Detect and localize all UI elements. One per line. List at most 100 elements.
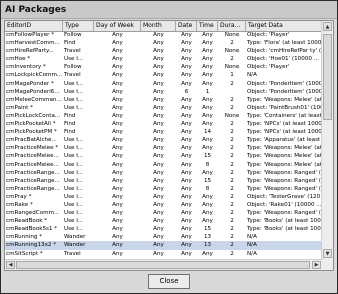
column-header-1[interactable]: Type (63, 21, 94, 31)
table-cell: Any (202, 210, 213, 217)
table-cell: Type: 'Apparatus' (at least 1 (247, 137, 323, 144)
table-cell: Find (64, 121, 76, 128)
table-cell: Any (181, 234, 192, 241)
column-header-3[interactable]: Month (141, 21, 176, 31)
table-cell: Type: 'Books' (at least 10000 (247, 226, 323, 233)
table-cell: Any (181, 153, 192, 160)
table-cell: Any (112, 104, 123, 111)
table-row[interactable]: cmPracticeMelee... Use I... Any Any Any 15 2 Ty… (5, 152, 323, 160)
table-cell: Object: 'Hoe01' (10000 ... (247, 56, 320, 63)
table-cell: 1 (230, 72, 234, 79)
table-cell: Any (112, 112, 123, 119)
table-cell: 2 (230, 193, 234, 200)
table-row[interactable]: cmPracticeMelee... Use I... Any Any Any 8 2 Typ… (5, 161, 323, 169)
table-row[interactable]: cmReadBook * Use I... Any Any Any Any 2 Type: '… (5, 217, 323, 225)
table-cell: Any (153, 64, 164, 71)
table-cell: Any (112, 48, 123, 55)
scroll-right-arrow-icon[interactable]: ▶ (312, 261, 321, 269)
table-row[interactable]: cmPaint * Use I... Any Any Any Any 2 Object: 'P… (5, 104, 323, 112)
table-cell: Any (153, 96, 164, 103)
table-cell: cmPickLockConta... (6, 112, 61, 119)
table-cell: Any (112, 145, 123, 152)
table-cell: Use I... (64, 210, 84, 217)
table-row[interactable]: cmFollowPlayer * Follow Any Any Any Any None Ob… (5, 31, 323, 39)
table-cell: Any (202, 201, 213, 208)
table-row[interactable]: cmHoe * Use I... Any Any Any Any 2 Object: 'Hoe… (5, 55, 323, 63)
close-button[interactable]: Close (148, 274, 190, 289)
table-row[interactable]: cmMagePonder * Use I... Any Any Any Any 2 Objec… (5, 80, 323, 88)
table-cell: cmMagePonder * (6, 80, 54, 87)
vertical-scroll-thumb[interactable] (323, 34, 332, 120)
table-row[interactable]: cmRake * Use I... Any Any Any Any 2 Object: 'Ra… (5, 201, 323, 209)
table-cell: Any (153, 72, 164, 79)
table-cell: Any (202, 64, 213, 71)
table-cell: 2 (230, 234, 234, 241)
table-cell: Any (153, 201, 164, 208)
table-cell: Any (153, 218, 164, 225)
table-cell: 15 (203, 153, 212, 160)
table-cell: Type: 'Weapons: Ranged' (at l (247, 210, 323, 217)
table-row[interactable]: cmPickPocketPM * Find Any Any Any 14 2 Type: 'N… (5, 128, 323, 136)
table-cell: Any (181, 40, 192, 47)
table-row[interactable]: cmPickPocketAll * Find Any Any Any Any 2 Type: … (5, 120, 323, 128)
table-cell: Any (112, 96, 123, 103)
table-cell: Type: 'Containers' (at least 1 (247, 112, 323, 119)
table-row[interactable]: cmMeleeComman... Use I... Any Any Any Any 2 Typ… (5, 96, 323, 104)
table-row[interactable]: cmPracticeRange... Use I... Any Any Any Any 2 T… (5, 169, 323, 177)
table-row[interactable]: cmInventory * Follow Any Any Any Any None Objec… (5, 63, 323, 71)
column-header-2[interactable]: Day of Week (94, 21, 141, 31)
table-cell: Any (153, 40, 164, 47)
table-row[interactable]: cmPracticeRange... Use I... Any Any Any 15 2 Ty… (5, 177, 323, 185)
table-row[interactable]: cmRunning13x2 * Wander Any Any Any 13 2 N/A (5, 241, 323, 250)
table-cell: Any (181, 193, 192, 200)
column-header-4[interactable]: Date (176, 21, 197, 31)
table-cell: Any (112, 169, 123, 176)
table-row[interactable]: cmHireRefParty... Travel Any Any Any Any None O… (5, 47, 323, 55)
table-row[interactable]: cmPracBatAlche... Use I... Any Any Any Any 2 Ty… (5, 136, 323, 144)
horizontal-scroll-thumb[interactable] (16, 261, 310, 269)
column-header-5[interactable]: Time (197, 21, 218, 31)
table-cell: Any (112, 72, 123, 79)
horizontal-scrollbar[interactable]: ◀ ▶ (5, 259, 323, 270)
scroll-down-arrow-icon[interactable]: ▼ (323, 249, 332, 258)
table-cell: Any (153, 80, 164, 87)
table-row[interactable]: cmPray * Use I... Any Any Any Any 2 Object: 'Te… (5, 193, 323, 201)
table-cell: Wander (64, 242, 86, 249)
column-header-6[interactable]: Dura... (218, 21, 246, 31)
table-row[interactable]: cmPickLockConta... Find Any Any Any Any None Ty… (5, 112, 323, 120)
table-cell: Wander (64, 234, 86, 241)
table-row[interactable]: cmRangedComm... Use I... Any Any Any Any 2 Type… (5, 209, 323, 217)
table-cell: 2 (230, 169, 234, 176)
table-cell: 2 (230, 137, 234, 144)
table-row[interactable]: cmLockpickComm... Travel Any Any Any Any 1 N/A (5, 71, 323, 79)
table-cell: Any (153, 137, 164, 144)
column-header-0[interactable]: EditorID (5, 21, 63, 31)
table-row[interactable]: cmReadBook5s1 * Use I... Any Any Any 15 2 Type:… (5, 225, 323, 233)
table-row[interactable]: cmPracticeRange... Use I... Any Any Any 8 2 Typ… (5, 185, 323, 193)
table-cell: Any (153, 210, 164, 217)
table-cell: Type: 'Weapons: Ranged' (at l (247, 185, 323, 192)
table-row[interactable]: cmHarvestComm... Find Any Any Any Any 2 Type: '… (5, 39, 323, 47)
table-cell: cmPracBatAlche... (6, 137, 57, 144)
table-cell: None (224, 112, 240, 119)
table-cell: Any (112, 234, 123, 241)
table-cell: 15 (203, 226, 212, 233)
table-cell: N/A (247, 72, 257, 79)
column-header-7[interactable]: Target Data (246, 21, 323, 31)
table-cell: Any (202, 250, 213, 257)
table-cell: Any (181, 250, 192, 257)
packages-list[interactable]: EditorID Type Day of Week Month Date Time Dura… (4, 20, 334, 271)
scroll-up-arrow-icon[interactable]: ▲ (323, 22, 332, 31)
table-row[interactable]: cmPracticeMelee * Use I... Any Any Any Any 2 Ty… (5, 144, 323, 152)
table-row[interactable]: cmMagePonderi6... Use I... Any Any 6 1 Object:… (5, 88, 323, 96)
table-cell: Any (153, 48, 164, 55)
table-cell: Type: 'Books' (at least 10000 (247, 218, 323, 225)
table-row[interactable]: cmRunning * Wander Any Any Any 13 2 N/A (5, 233, 323, 241)
table-cell: Any (112, 226, 123, 233)
scroll-left-arrow-icon[interactable]: ◀ (6, 261, 15, 269)
table-cell: Any (112, 137, 123, 144)
vertical-scrollbar[interactable]: ▲ ▼ (321, 21, 333, 270)
table-cell: Any (202, 169, 213, 176)
table-row[interactable]: cmSitScript * Travel Any Any Any Any 2 N/A (5, 250, 323, 258)
table-cell: Any (153, 32, 164, 38)
